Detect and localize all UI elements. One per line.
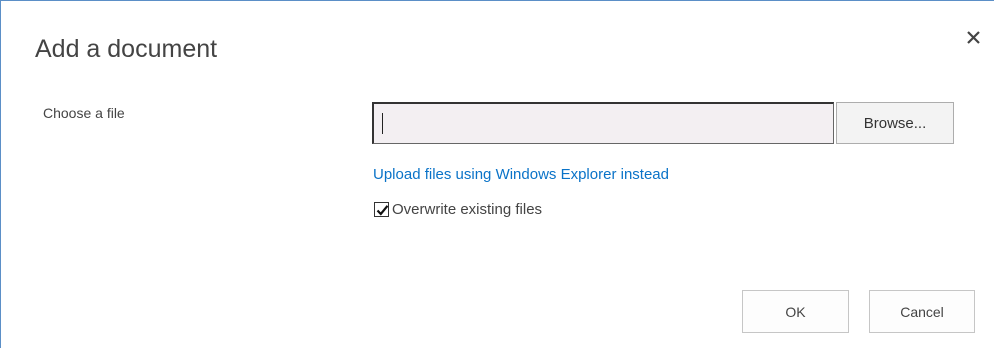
close-button[interactable] xyxy=(963,27,985,49)
upload-windows-explorer-link[interactable]: Upload files using Windows Explorer inst… xyxy=(373,166,669,183)
dialog-title: Add a document xyxy=(35,35,218,63)
file-path-input[interactable] xyxy=(372,102,834,144)
text-caret xyxy=(382,113,383,134)
browse-button[interactable]: Browse... xyxy=(836,102,954,144)
add-document-dialog: Add a document Choose a file Browse... U… xyxy=(0,0,994,348)
choose-file-label: Choose a file xyxy=(43,105,125,121)
close-icon xyxy=(963,27,985,49)
overwrite-checkbox[interactable] xyxy=(374,202,389,217)
overwrite-checkbox-row[interactable]: Overwrite existing files xyxy=(374,201,542,218)
overwrite-checkbox-label: Overwrite existing files xyxy=(392,201,543,218)
cancel-button[interactable]: Cancel xyxy=(869,290,975,333)
ok-button[interactable]: OK xyxy=(742,290,849,333)
checkmark-icon xyxy=(376,205,389,216)
